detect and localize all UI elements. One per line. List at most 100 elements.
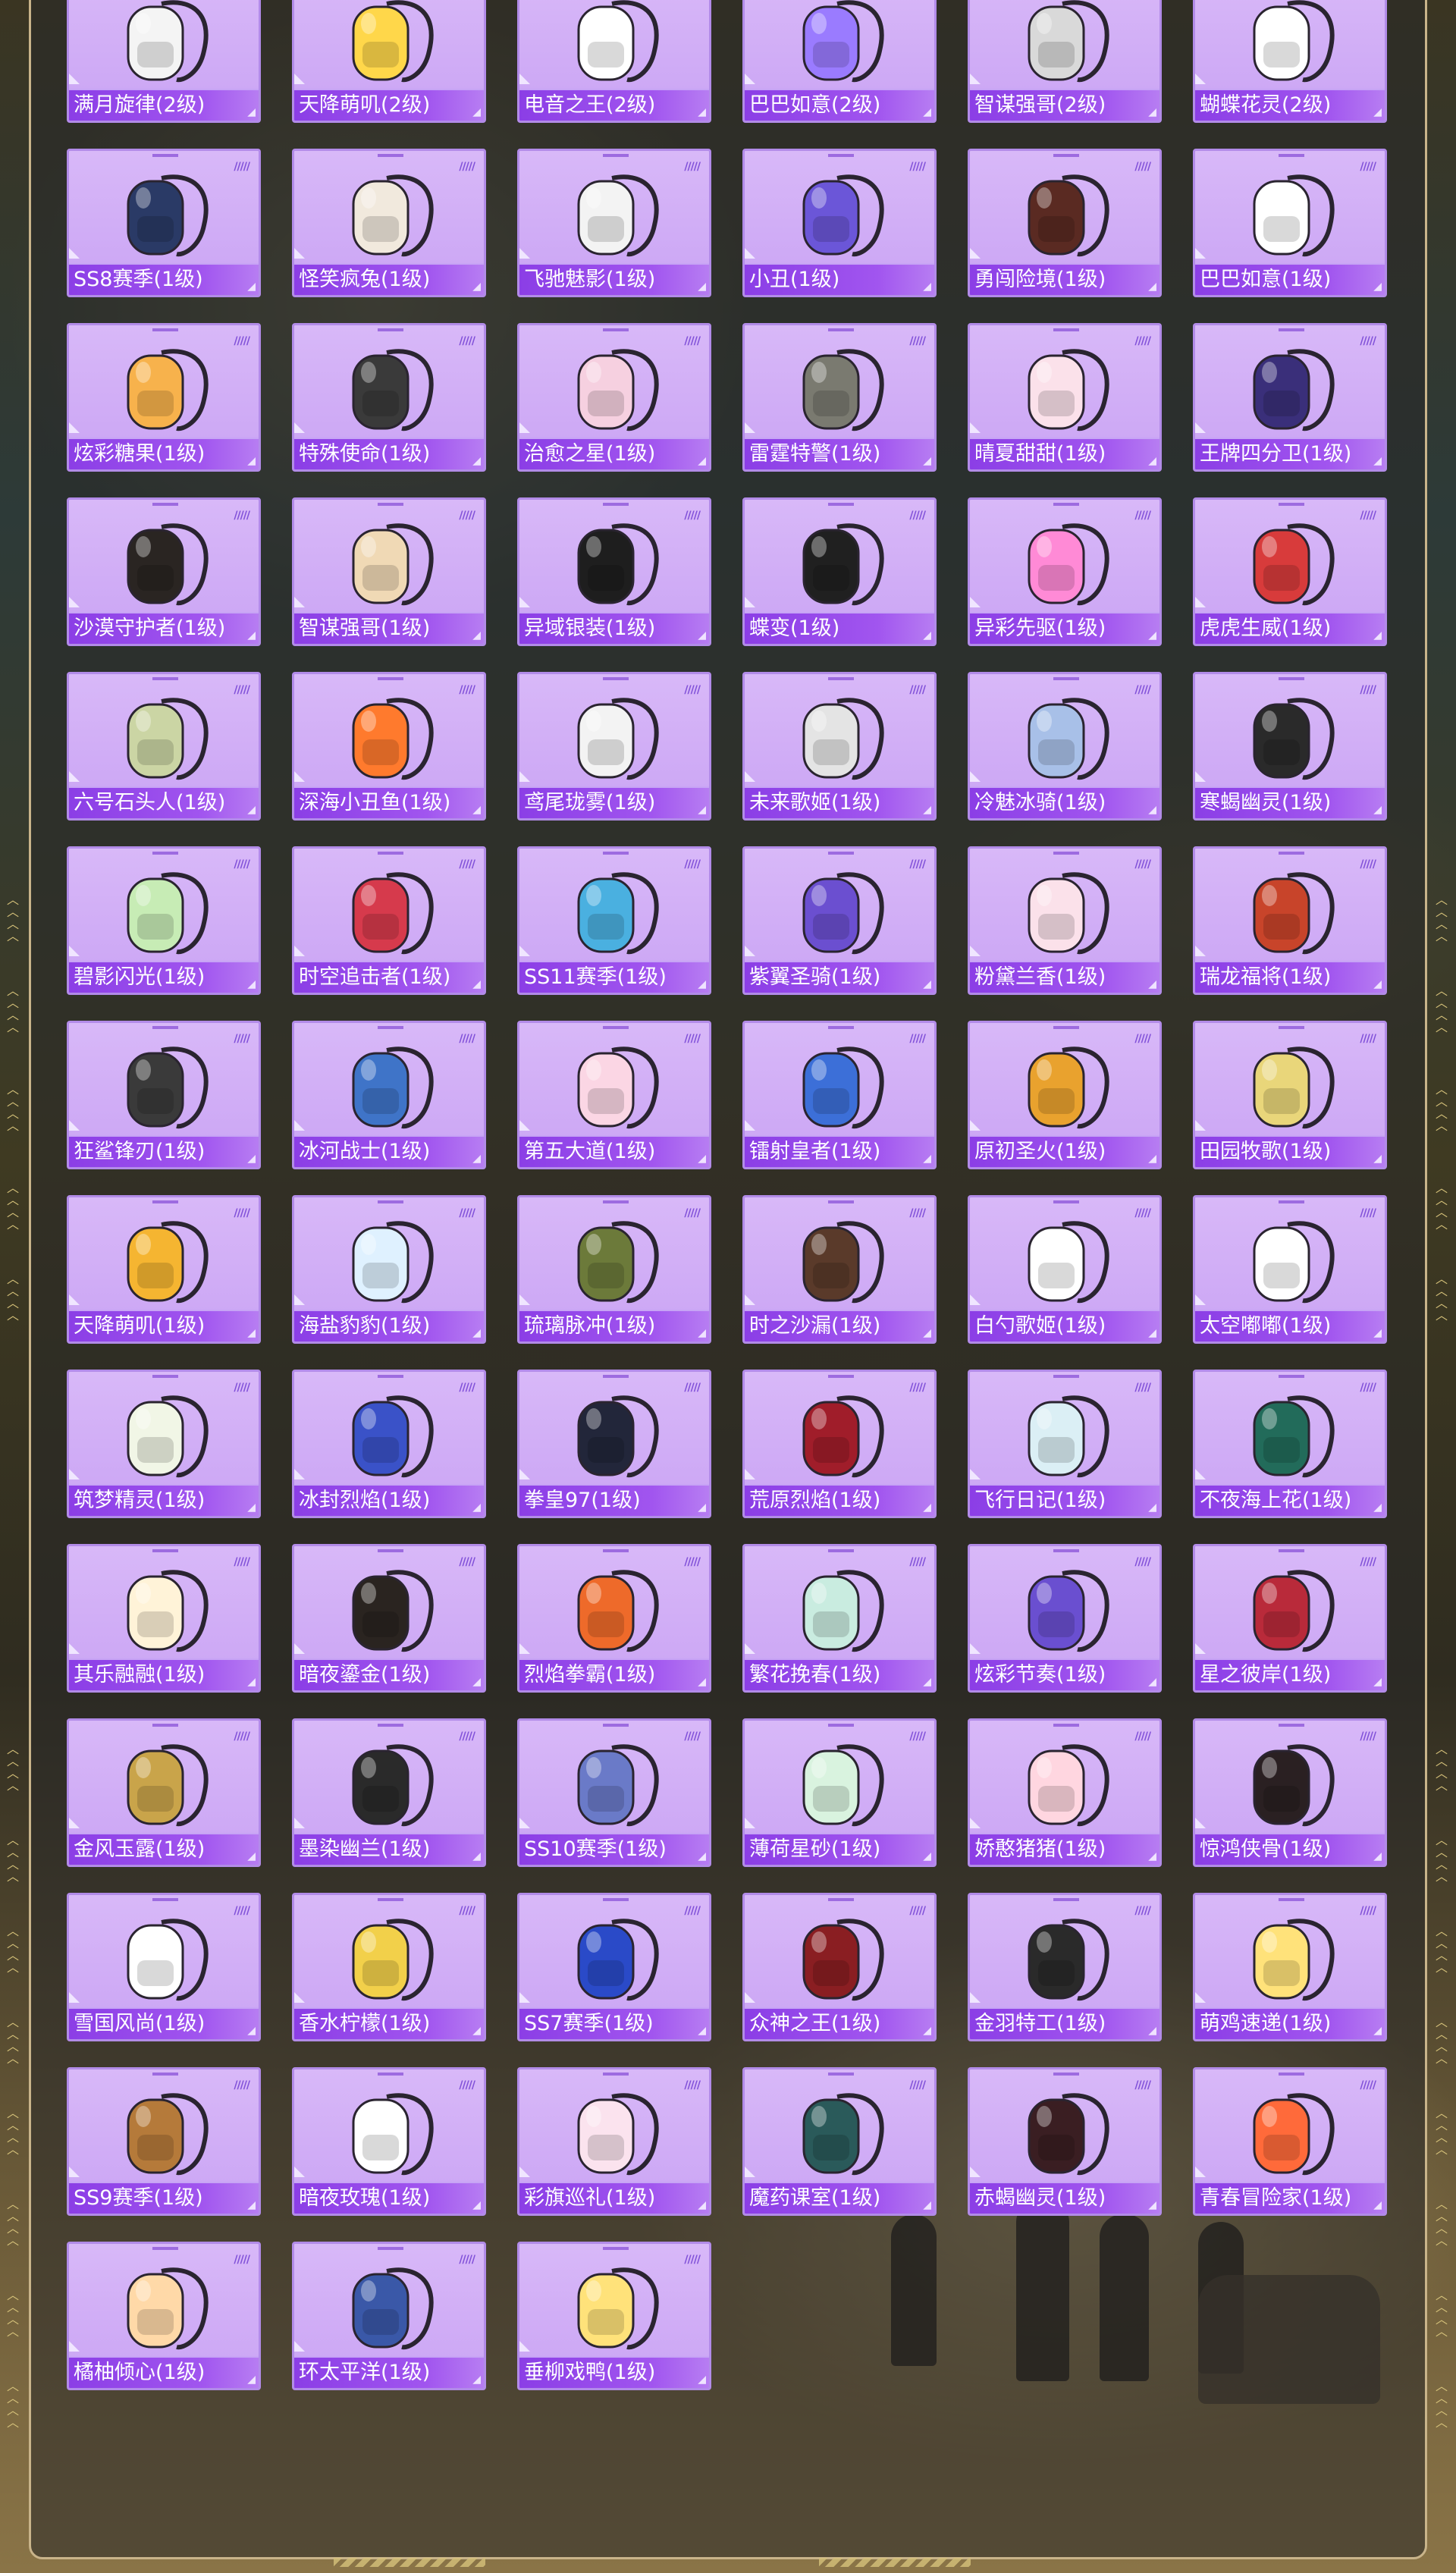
backpack-item-card[interactable]: ///// 寒蝎幽灵(1级) ◢: [1193, 672, 1387, 821]
backpack-item-card[interactable]: ///// SS11赛季(1级) ◢: [517, 846, 711, 995]
chevron-up-icon: ︿: [1435, 2015, 1448, 2029]
backpack-item-card[interactable]: ///// 冰封烈焰(1级) ◢: [292, 1370, 486, 1518]
backpack-icon: [1028, 872, 1109, 955]
backpack-item-card[interactable]: /////天降萌叽(2级)◢: [292, 0, 486, 123]
backpack-item-card[interactable]: ///// 太空嘟嘟(1级) ◢: [1193, 1195, 1387, 1344]
backpack-item-card[interactable]: ///// 晴夏甜甜(1级) ◢: [968, 323, 1162, 472]
backpack-item-card[interactable]: ///// 不夜海上花(1级) ◢: [1193, 1370, 1387, 1518]
backpack-item-card[interactable]: ///// 时空追击者(1级) ◢: [292, 846, 486, 995]
backpack-item-card[interactable]: ///// 雷霆特警(1级) ◢: [742, 323, 937, 472]
backpack-item-card[interactable]: ///// 小丑(1级) ◢: [742, 149, 937, 297]
backpack-item-card[interactable]: ///// 蝶变(1级) ◢: [742, 497, 937, 646]
backpack-item-card[interactable]: /////蝴蝶花灵(2级)◢: [1193, 0, 1387, 123]
backpack-item-card[interactable]: ///// 雪国风尚(1级) ◢: [67, 1893, 261, 2041]
backpack-item-card[interactable]: ///// 鸢尾珑雾(1级) ◢: [517, 672, 711, 821]
backpack-item-card[interactable]: ///// 其乐融融(1级) ◢: [67, 1544, 261, 1693]
backpack-item-card[interactable]: ///// SS9赛季(1级) ◢: [67, 2067, 261, 2216]
chevron-up-icon: ︿: [6, 1742, 19, 1756]
backpack-item-card[interactable]: ///// 金羽特工(1级) ◢: [968, 1893, 1162, 2041]
backpack-item-card[interactable]: ///// 赤蝎幽灵(1级) ◢: [968, 2067, 1162, 2216]
backpack-item-card[interactable]: ///// 冷魅冰骑(1级) ◢: [968, 672, 1162, 821]
backpack-item-card[interactable]: ///// 碧影闪光(1级) ◢: [67, 846, 261, 995]
backpack-item-card[interactable]: ///// 深海小丑鱼(1级) ◢: [292, 672, 486, 821]
backpack-item-card[interactable]: /////智谋强哥(2级)◢: [968, 0, 1162, 123]
chevron-up-icon: ︿: [6, 2221, 19, 2236]
backpack-item-card[interactable]: ///// 飞驰魅影(1级) ◢: [517, 149, 711, 297]
backpack-item-card[interactable]: ///// 治愈之星(1级) ◢: [517, 323, 711, 472]
backpack-item-card[interactable]: ///// 冰河战士(1级) ◢: [292, 1021, 486, 1169]
backpack-item-card[interactable]: ///// 香水柠檬(1级) ◢: [292, 1893, 486, 2041]
backpack-item-card[interactable]: ///// 暗夜玫瑰(1级) ◢: [292, 2067, 486, 2216]
card-top-tick: [152, 2247, 178, 2250]
backpack-item-card[interactable]: ///// 繁花挽春(1级) ◢: [742, 1544, 937, 1693]
backpack-item-card[interactable]: ///// SS10赛季(1级) ◢: [517, 1718, 711, 1867]
backpack-item-card[interactable]: ///// 薄荷星砂(1级) ◢: [742, 1718, 937, 1867]
backpack-item-card[interactable]: ///// 瑞龙福将(1级) ◢: [1193, 846, 1387, 995]
backpack-item-card[interactable]: ///// 狂鲨锋刃(1级) ◢: [67, 1021, 261, 1169]
backpack-item-card[interactable]: ///// SS7赛季(1级) ◢: [517, 1893, 711, 2041]
backpack-item-card[interactable]: ///// 智谋强哥(1级) ◢: [292, 497, 486, 646]
card-top-tick: [152, 852, 178, 855]
backpack-item-card[interactable]: ///// 惊鸿侠骨(1级) ◢: [1193, 1718, 1387, 1867]
backpack-item-card[interactable]: ///// 异彩先驱(1级) ◢: [968, 497, 1162, 646]
backpack-item-card[interactable]: ///// 彩旗巡礼(1级) ◢: [517, 2067, 711, 2216]
backpack-item-card[interactable]: ///// 虎虎生威(1级) ◢: [1193, 497, 1387, 646]
backpack-item-card[interactable]: ///// 沙漠守护者(1级) ◢: [67, 497, 261, 646]
backpack-item-card[interactable]: ///// 飞行日记(1级) ◢: [968, 1370, 1162, 1518]
backpack-icon: [1253, 349, 1335, 431]
item-name-label: 沙漠守护者(1级): [74, 617, 226, 640]
backpack-item-card[interactable]: ///// 萌鸡速递(1级) ◢: [1193, 1893, 1387, 2041]
backpack-item-card[interactable]: ///// 异域银装(1级) ◢: [517, 497, 711, 646]
item-name-label: 薄荷星砂(1级): [749, 1837, 881, 1861]
backpack-item-card[interactable]: ///// 粉黛兰香(1级) ◢: [968, 846, 1162, 995]
backpack-item-card[interactable]: ///// 琉璃脉冲(1级) ◢: [517, 1195, 711, 1344]
backpack-item-card[interactable]: ///// 炫彩节奏(1级) ◢: [968, 1544, 1162, 1693]
backpack-item-card[interactable]: ///// 墨染幽兰(1级) ◢: [292, 1718, 486, 1867]
backpack-icon: [1028, 1570, 1109, 1652]
backpack-item-card[interactable]: /////电音之王(2级)◢: [517, 0, 711, 123]
backpack-item-card[interactable]: ///// 特殊使命(1级) ◢: [292, 323, 486, 472]
backpack-item-card[interactable]: ///// 田园牧歌(1级) ◢: [1193, 1021, 1387, 1169]
backpack-item-card[interactable]: ///// 垂柳戏鸭(1级) ◢: [517, 2242, 711, 2390]
backpack-item-card[interactable]: ///// 时之沙漏(1级) ◢: [742, 1195, 937, 1344]
backpack-item-card[interactable]: ///// 筑梦精灵(1级) ◢: [67, 1370, 261, 1518]
backpack-item-card[interactable]: ///// 天降萌叽(1级) ◢: [67, 1195, 261, 1344]
backpack-item-card[interactable]: /////满月旋律(2级)◢: [67, 0, 261, 123]
backpack-item-card[interactable]: ///// 拳皇97(1级) ◢: [517, 1370, 711, 1518]
backpack-item-card[interactable]: ///// 魔药课室(1级) ◢: [742, 2067, 937, 2216]
backpack-item-card[interactable]: ///// 紫翼圣骑(1级) ◢: [742, 846, 937, 995]
backpack-item-card[interactable]: ///// 王牌四分卫(1级) ◢: [1193, 323, 1387, 472]
backpack-item-card[interactable]: ///// 六号石头人(1级) ◢: [67, 672, 261, 821]
item-name-label: 巴巴如意(2级): [749, 93, 881, 117]
backpack-item-card[interactable]: ///// 众神之王(1级) ◢: [742, 1893, 937, 2041]
backpack-item-card[interactable]: ///// 海盐豹豹(1级) ◢: [292, 1195, 486, 1344]
backpack-item-card[interactable]: ///// 原初圣火(1级) ◢: [968, 1021, 1162, 1169]
backpack-item-card[interactable]: ///// 巴巴如意(1级) ◢: [1193, 149, 1387, 297]
backpack-item-card[interactable]: ///// 怪笑疯兔(1级) ◢: [292, 149, 486, 297]
backpack-item-card[interactable]: ///// 烈焰拳霸(1级) ◢: [517, 1544, 711, 1693]
backpack-item-card[interactable]: ///// 橘柚倾心(1级) ◢: [67, 2242, 261, 2390]
backpack-item-card[interactable]: ///// 未来歌姬(1级) ◢: [742, 672, 937, 821]
card-corner-accent: [69, 1643, 80, 1654]
backpack-item-card[interactable]: ///// 星之彼岸(1级) ◢: [1193, 1544, 1387, 1693]
corner-grip-icon: ◢: [923, 978, 931, 990]
level-bars-icon: /////: [234, 510, 250, 522]
backpack-icon: [802, 1744, 884, 1827]
backpack-item-card[interactable]: ///// 第五大道(1级) ◢: [517, 1021, 711, 1169]
backpack-item-card[interactable]: ///// SS8赛季(1级) ◢: [67, 149, 261, 297]
item-name-label: 蝶变(1级): [749, 617, 840, 640]
backpack-item-card[interactable]: ///// 金风玉露(1级) ◢: [67, 1718, 261, 1867]
backpack-item-card[interactable]: ///// 勇闯险境(1级) ◢: [968, 149, 1162, 297]
backpack-item-card[interactable]: ///// 娇憨猪猪(1级) ◢: [968, 1718, 1162, 1867]
backpack-item-card[interactable]: ///// 青春冒险家(1级) ◢: [1193, 2067, 1387, 2216]
card-top-tick: [378, 852, 403, 855]
backpack-item-card[interactable]: /////巴巴如意(2级)◢: [742, 0, 937, 123]
backpack-item-card[interactable]: ///// 荒原烈焰(1级) ◢: [742, 1370, 937, 1518]
chevron-up-icon: ︿: [6, 2300, 19, 2314]
backpack-item-card[interactable]: ///// 炫彩糖果(1级) ◢: [67, 323, 261, 472]
backpack-item-card[interactable]: ///// 白勺歌姬(1级) ◢: [968, 1195, 1162, 1344]
backpack-item-card[interactable]: ///// 暗夜鎏金(1级) ◢: [292, 1544, 486, 1693]
backpack-item-card[interactable]: ///// 镭射皇者(1级) ◢: [742, 1021, 937, 1169]
card-corner-accent: [519, 2341, 530, 2352]
backpack-item-card[interactable]: ///// 环太平洋(1级) ◢: [292, 2242, 486, 2390]
